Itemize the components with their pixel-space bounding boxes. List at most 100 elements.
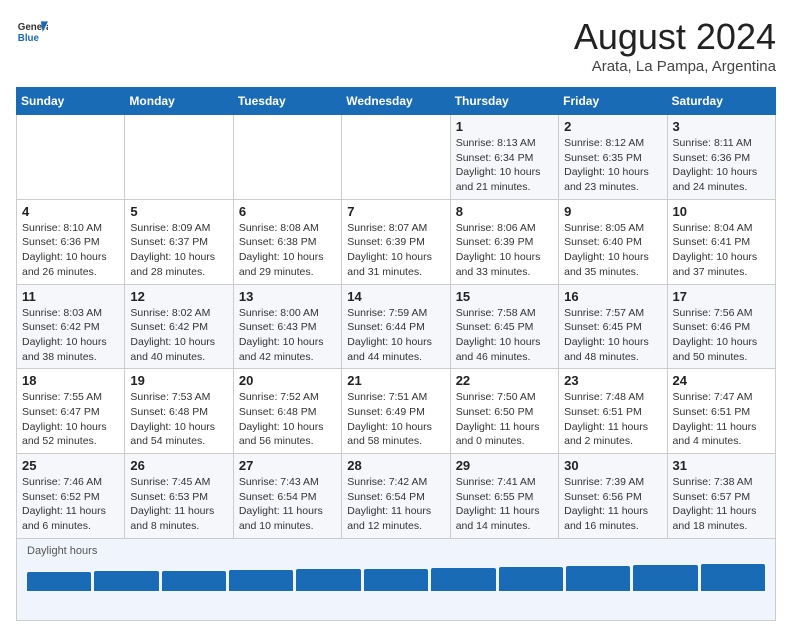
day-info: Sunrise: 7:52 AM Sunset: 6:48 PM Dayligh… (239, 390, 336, 449)
day-number: 5 (130, 204, 227, 219)
daylight-bar-segment (364, 569, 428, 591)
day-cell: 24 Sunrise: 7:47 AM Sunset: 6:51 PM Dayli… (667, 369, 775, 454)
week-row-1: 1 Sunrise: 8:13 AM Sunset: 6:34 PM Daylig… (17, 115, 776, 200)
day-number: 9 (564, 204, 661, 219)
day-info: Sunrise: 8:04 AM Sunset: 6:41 PM Dayligh… (673, 221, 770, 280)
day-info: Sunrise: 8:10 AM Sunset: 6:36 PM Dayligh… (22, 221, 119, 280)
svg-text:Blue: Blue (18, 33, 40, 44)
day-info: Sunrise: 7:46 AM Sunset: 6:52 PM Dayligh… (22, 475, 119, 534)
day-number: 12 (130, 289, 227, 304)
daylight-bar-segment (499, 567, 563, 591)
daylight-bar-row: Daylight hours (17, 538, 776, 620)
day-cell: 21 Sunrise: 7:51 AM Sunset: 6:49 PM Dayli… (342, 369, 450, 454)
day-cell: 12Sunrise: 8:02 AM Sunset: 6:42 PM Dayli… (125, 284, 233, 369)
col-header-monday: Monday (125, 88, 233, 115)
day-cell (342, 115, 450, 200)
day-info: Sunrise: 7:41 AM Sunset: 6:55 PM Dayligh… (456, 475, 553, 534)
col-header-tuesday: Tuesday (233, 88, 341, 115)
day-number: 16 (564, 289, 661, 304)
day-cell: 23Sunrise: 7:48 AM Sunset: 6:51 PM Dayli… (559, 369, 667, 454)
day-number: 29 (456, 458, 553, 473)
day-info: Sunrise: 7:38 AM Sunset: 6:57 PM Dayligh… (673, 475, 770, 534)
calendar-table: SundayMondayTuesdayWednesdayThursdayFrid… (16, 87, 776, 621)
day-number: 8 (456, 204, 553, 219)
day-cell: 25 Sunrise: 7:46 AM Sunset: 6:52 PM Dayli… (17, 454, 125, 539)
daylight-bar-segment (229, 570, 293, 591)
day-info: Sunrise: 8:09 AM Sunset: 6:37 PM Dayligh… (130, 221, 227, 280)
day-number: 21 (347, 373, 444, 388)
day-cell: 17 Sunrise: 7:56 AM Sunset: 6:46 PM Dayli… (667, 284, 775, 369)
day-info: Sunrise: 7:42 AM Sunset: 6:54 PM Dayligh… (347, 475, 444, 534)
day-cell: 11Sunrise: 8:03 AM Sunset: 6:42 PM Dayli… (17, 284, 125, 369)
day-number: 25 (22, 458, 119, 473)
day-number: 4 (22, 204, 119, 219)
week-row-3: 11Sunrise: 8:03 AM Sunset: 6:42 PM Dayli… (17, 284, 776, 369)
day-cell: 19Sunrise: 7:53 AM Sunset: 6:48 PM Dayli… (125, 369, 233, 454)
daylight-bar-segment (701, 564, 765, 591)
title-block: August 2024 Arata, La Pampa, Argentina (574, 16, 776, 75)
week-row-4: 18Sunrise: 7:55 AM Sunset: 6:47 PM Dayli… (17, 369, 776, 454)
day-cell: 28 Sunrise: 7:42 AM Sunset: 6:54 PM Dayli… (342, 454, 450, 539)
day-number: 7 (347, 204, 444, 219)
day-number: 20 (239, 373, 336, 388)
daylight-bar-segment (296, 569, 360, 591)
month-title: August 2024 (574, 16, 776, 58)
logo-icon: General Blue (16, 16, 48, 48)
day-number: 19 (130, 373, 227, 388)
day-cell: 14 Sunrise: 7:59 AM Sunset: 6:44 PM Dayli… (342, 284, 450, 369)
day-number: 13 (239, 289, 336, 304)
day-cell: 13 Sunrise: 8:00 AM Sunset: 6:43 PM Dayli… (233, 284, 341, 369)
col-header-friday: Friday (559, 88, 667, 115)
day-number: 3 (673, 119, 770, 134)
day-number: 24 (673, 373, 770, 388)
daylight-bar-cell: Daylight hours (17, 538, 776, 620)
day-number: 15 (456, 289, 553, 304)
day-info: Sunrise: 7:59 AM Sunset: 6:44 PM Dayligh… (347, 306, 444, 365)
day-number: 14 (347, 289, 444, 304)
day-info: Sunrise: 7:50 AM Sunset: 6:50 PM Dayligh… (456, 390, 553, 449)
day-info: Sunrise: 7:56 AM Sunset: 6:46 PM Dayligh… (673, 306, 770, 365)
day-cell: 4 Sunrise: 8:10 AM Sunset: 6:36 PM Daylig… (17, 199, 125, 284)
day-number: 28 (347, 458, 444, 473)
day-cell (125, 115, 233, 200)
daylight-bar-segment (431, 568, 495, 591)
day-number: 31 (673, 458, 770, 473)
day-info: Sunrise: 7:43 AM Sunset: 6:54 PM Dayligh… (239, 475, 336, 534)
day-cell: 26 Sunrise: 7:45 AM Sunset: 6:53 PM Dayli… (125, 454, 233, 539)
day-cell: 8 Sunrise: 8:06 AM Sunset: 6:39 PM Daylig… (450, 199, 558, 284)
day-number: 11 (22, 289, 119, 304)
day-info: Sunrise: 7:51 AM Sunset: 6:49 PM Dayligh… (347, 390, 444, 449)
daylight-bar-segment (162, 571, 226, 591)
day-cell: 20 Sunrise: 7:52 AM Sunset: 6:48 PM Dayli… (233, 369, 341, 454)
day-info: Sunrise: 7:57 AM Sunset: 6:45 PM Dayligh… (564, 306, 661, 365)
day-cell: 2Sunrise: 8:12 AM Sunset: 6:35 PM Daylig… (559, 115, 667, 200)
day-info: Sunrise: 8:00 AM Sunset: 6:43 PM Dayligh… (239, 306, 336, 365)
day-info: Sunrise: 8:07 AM Sunset: 6:39 PM Dayligh… (347, 221, 444, 280)
day-cell: 6Sunrise: 8:08 AM Sunset: 6:38 PM Daylig… (233, 199, 341, 284)
daylight-bar-segment (27, 572, 91, 591)
day-cell: 1 Sunrise: 8:13 AM Sunset: 6:34 PM Daylig… (450, 115, 558, 200)
day-number: 6 (239, 204, 336, 219)
daylight-bar-segment (633, 565, 697, 591)
day-cell: 15Sunrise: 7:58 AM Sunset: 6:45 PM Dayli… (450, 284, 558, 369)
day-info: Sunrise: 7:55 AM Sunset: 6:47 PM Dayligh… (22, 390, 119, 449)
col-header-saturday: Saturday (667, 88, 775, 115)
day-info: Sunrise: 7:45 AM Sunset: 6:53 PM Dayligh… (130, 475, 227, 534)
day-info: Sunrise: 8:13 AM Sunset: 6:34 PM Dayligh… (456, 136, 553, 195)
location-subtitle: Arata, La Pampa, Argentina (574, 58, 776, 75)
day-number: 30 (564, 458, 661, 473)
day-number: 23 (564, 373, 661, 388)
day-number: 26 (130, 458, 227, 473)
day-cell: 16 Sunrise: 7:57 AM Sunset: 6:45 PM Dayli… (559, 284, 667, 369)
day-number: 17 (673, 289, 770, 304)
day-info: Sunrise: 7:47 AM Sunset: 6:51 PM Dayligh… (673, 390, 770, 449)
page-header: General Blue August 2024 Arata, La Pampa… (16, 16, 776, 75)
day-cell: 29 Sunrise: 7:41 AM Sunset: 6:55 PM Dayli… (450, 454, 558, 539)
day-info: Sunrise: 8:06 AM Sunset: 6:39 PM Dayligh… (456, 221, 553, 280)
col-header-wednesday: Wednesday (342, 88, 450, 115)
day-cell (233, 115, 341, 200)
logo: General Blue (16, 16, 48, 48)
day-cell: 22Sunrise: 7:50 AM Sunset: 6:50 PM Dayli… (450, 369, 558, 454)
col-header-sunday: Sunday (17, 88, 125, 115)
day-number: 1 (456, 119, 553, 134)
